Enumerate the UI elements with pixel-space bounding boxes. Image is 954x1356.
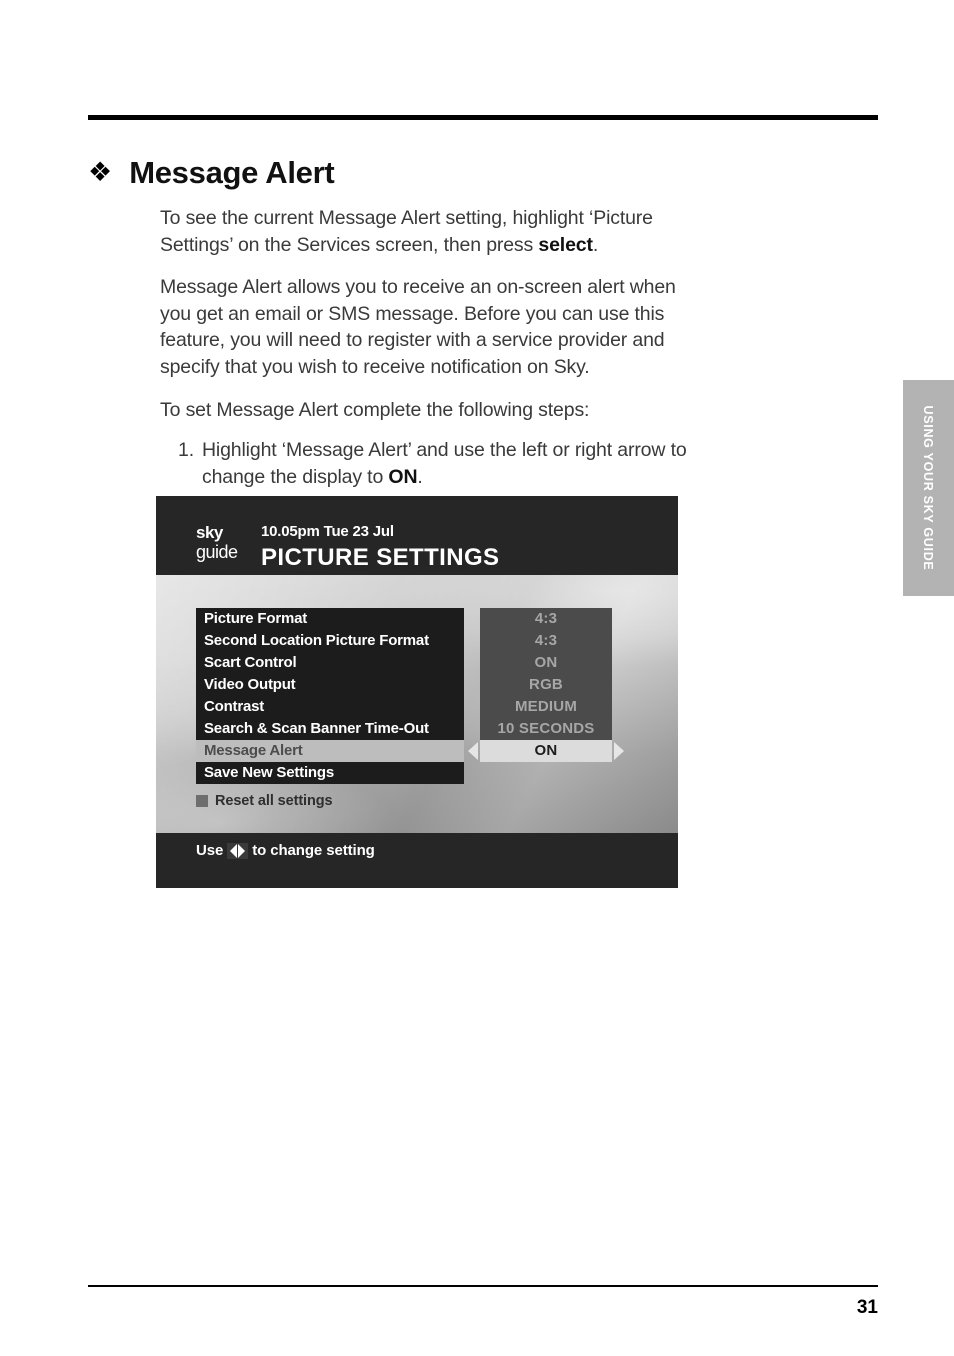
hint-arrow-right-icon <box>238 843 246 858</box>
menu-label-message-alert: Message Alert <box>196 740 464 762</box>
paragraph-description: Message Alert allows you to receive an o… <box>160 276 676 378</box>
step-text-1: Highlight ‘Message Alert’ and use the le… <box>202 439 687 488</box>
menu-row-scart-control[interactable]: Scart Control ON <box>196 652 641 674</box>
sky-guide-screenshot: sky guide 10.05pm Tue 23 Jul PICTURE SET… <box>156 496 678 888</box>
step-number-1: 1. <box>178 439 194 462</box>
colour-key-square-icon <box>196 795 208 807</box>
menu-value-contrast[interactable]: MEDIUM <box>480 696 612 718</box>
menu-row-search-scan-banner-time-out[interactable]: Search & Scan Banner Time-Out 10 SECONDS <box>196 718 641 740</box>
arrow-right-icon[interactable] <box>614 741 624 760</box>
page-heading: ❖ Message Alert <box>88 155 335 191</box>
body-column: To see the current Message Alert setting… <box>160 205 688 541</box>
arrow-left-icon[interactable] <box>468 741 478 760</box>
left-right-arrows-icon <box>227 842 249 859</box>
footer-rule <box>88 1285 878 1287</box>
step-item-1: 1. Highlight ‘Message Alert’ and use the … <box>178 437 688 490</box>
reset-all-settings-label: Reset all settings <box>215 793 333 809</box>
step-keyword-1: ON <box>388 465 418 488</box>
tv-header-bar: sky guide 10.05pm Tue 23 Jul PICTURE SET… <box>156 496 678 575</box>
settings-menu: Picture Format 4:3 Second Location Pictu… <box>196 608 641 784</box>
menu-row-picture-format[interactable]: Picture Format 4:3 <box>196 608 641 630</box>
step-tail-1: . <box>417 465 423 488</box>
menu-row-video-output[interactable]: Video Output RGB <box>196 674 641 696</box>
section-side-tab: USING YOUR SKY GUIDE <box>903 380 954 596</box>
page-number: 31 <box>856 1297 878 1318</box>
paragraph-steps-lead: To set Message Alert complete the follow… <box>160 398 590 421</box>
menu-value-video-output[interactable]: RGB <box>480 674 612 696</box>
menu-row-save-new-settings[interactable]: Save New Settings <box>196 762 641 784</box>
menu-label-second-location-picture-format: Second Location Picture Format <box>196 630 464 652</box>
menu-value-second-location-picture-format[interactable]: 4:3 <box>480 630 612 652</box>
paragraph-intro: To see the current Message Alert setting… <box>160 205 688 258</box>
select-keyword: select <box>538 233 593 256</box>
section-side-tab-label: USING YOUR SKY GUIDE <box>921 405 936 571</box>
menu-label-picture-format: Picture Format <box>196 608 464 630</box>
sky-logo-line2: guide <box>196 542 238 562</box>
menu-value-message-alert[interactable]: ON <box>480 740 612 762</box>
tv-clock: 10.05pm Tue 23 Jul <box>261 523 394 540</box>
page-title: Message Alert <box>129 155 335 190</box>
tv-hint-before: Use <box>196 842 224 859</box>
menu-value-search-scan-banner-time-out[interactable]: 10 SECONDS <box>480 718 612 740</box>
menu-value-picture-format[interactable]: 4:3 <box>480 608 612 630</box>
menu-label-contrast: Contrast <box>196 696 464 718</box>
menu-value-scart-control[interactable]: ON <box>480 652 612 674</box>
tv-body: Picture Format 4:3 Second Location Pictu… <box>156 575 678 833</box>
hint-arrow-left-icon <box>230 843 238 858</box>
tv-hint: Use to change setting <box>196 842 375 859</box>
menu-label-save-new-settings: Save New Settings <box>196 762 464 784</box>
menu-label-video-output: Video Output <box>196 674 464 696</box>
tv-footer-bar: Use to change setting <box>156 833 678 888</box>
sky-logo-line1: sky <box>196 523 223 542</box>
reset-all-settings-row[interactable]: Reset all settings <box>196 793 333 809</box>
tv-screen-title: PICTURE SETTINGS <box>261 544 500 571</box>
menu-row-contrast[interactable]: Contrast MEDIUM <box>196 696 641 718</box>
diamond-bullet-icon: ❖ <box>88 157 113 187</box>
menu-label-scart-control: Scart Control <box>196 652 464 674</box>
tv-hint-after: to change setting <box>252 842 375 859</box>
menu-row-message-alert[interactable]: Message Alert ON <box>196 740 641 762</box>
menu-label-search-scan-banner-time-out: Search & Scan Banner Time-Out <box>196 718 464 740</box>
sky-guide-logo: sky guide <box>196 524 238 561</box>
header-rule <box>88 115 878 120</box>
paragraph-intro-tail: . <box>592 233 599 256</box>
menu-row-second-location-picture-format[interactable]: Second Location Picture Format 4:3 <box>196 630 641 652</box>
